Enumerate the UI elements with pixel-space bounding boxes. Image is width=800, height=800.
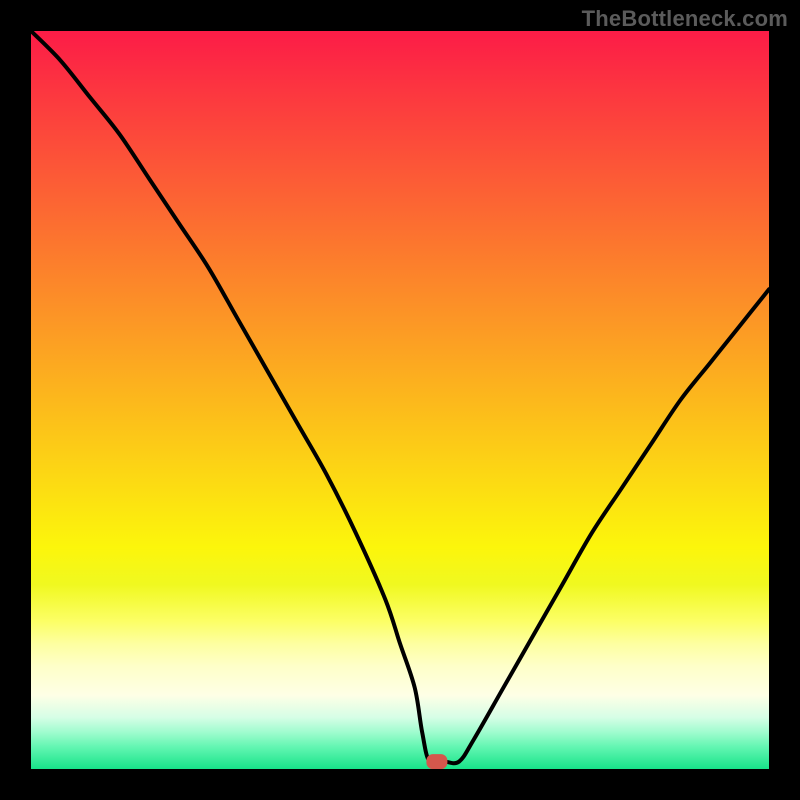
- gradient-background: [31, 31, 769, 769]
- bottleneck-plot: [31, 31, 769, 769]
- chart-frame: TheBottleneck.com: [0, 0, 800, 800]
- plot-area: [31, 31, 769, 769]
- watermark-text: TheBottleneck.com: [582, 6, 788, 32]
- result-marker: [427, 755, 447, 769]
